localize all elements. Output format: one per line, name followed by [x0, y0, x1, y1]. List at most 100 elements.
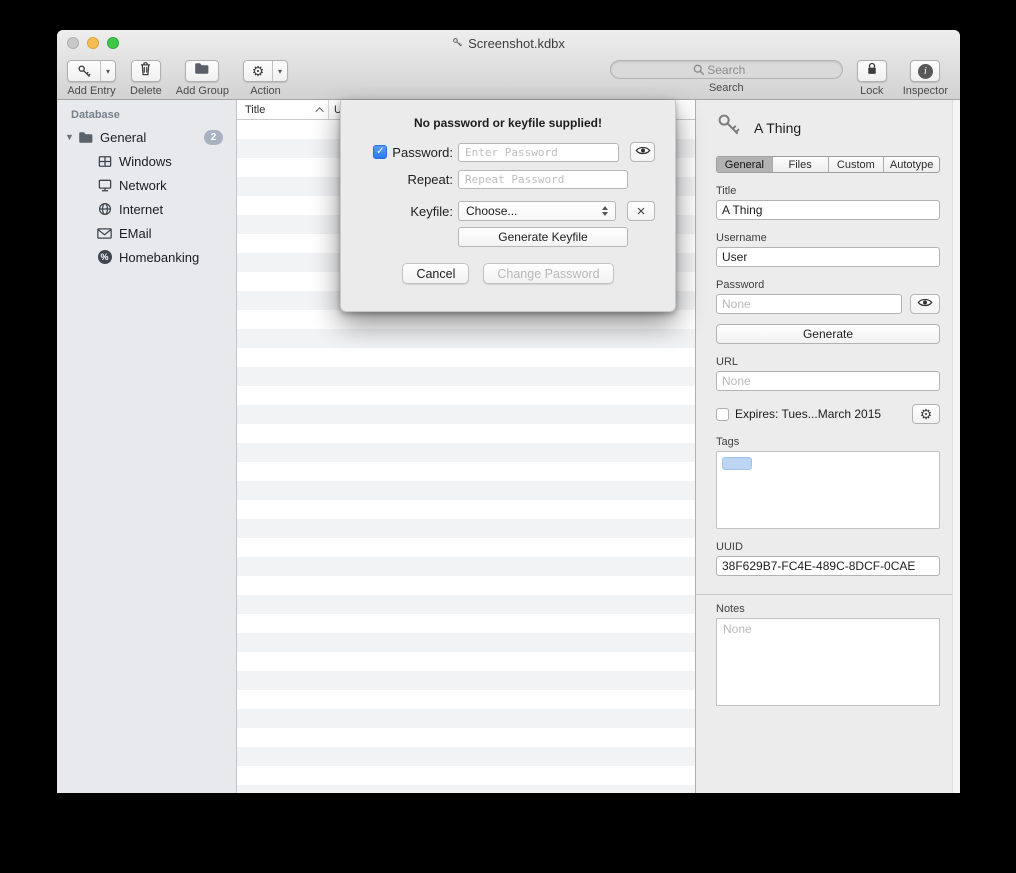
- trash-icon: [139, 61, 152, 81]
- add-group-label: Add Group: [176, 85, 229, 97]
- sidebar-item-label: Internet: [119, 202, 163, 217]
- keyfile-row: Keyfile: Choose... ×: [341, 201, 675, 221]
- repeat-password-input[interactable]: [458, 170, 628, 189]
- add-entry-group: ▾ Add Entry: [67, 60, 116, 97]
- sidebar-item-network[interactable]: Network: [57, 173, 236, 197]
- expires-settings-button[interactable]: ⚙: [912, 404, 940, 424]
- tab-autotype[interactable]: Autotype: [884, 157, 939, 172]
- column-header-title[interactable]: Title: [237, 100, 328, 119]
- inspector-panel: A Thing General Files Custom Autotype Ti…: [695, 100, 960, 793]
- keyfile-select[interactable]: Choose...: [458, 201, 616, 221]
- action-button[interactable]: ⚙ ▾: [243, 60, 288, 82]
- password-input[interactable]: [458, 143, 619, 162]
- disclosure-triangle-icon[interactable]: ▼: [65, 132, 77, 142]
- cancel-button[interactable]: Cancel: [402, 263, 469, 284]
- sidebar-item-label: Network: [119, 178, 167, 193]
- lock-icon: [866, 61, 878, 81]
- select-stepper-icon: [599, 204, 611, 218]
- sidebar-item-label: EMail: [119, 226, 152, 241]
- keyfile-dialog-label: Keyfile:: [361, 204, 453, 219]
- inspector-toolbar-label: Inspector: [903, 85, 948, 97]
- sort-ascending-icon: [315, 107, 323, 115]
- key-icon: [68, 61, 100, 81]
- lock-button[interactable]: [857, 60, 887, 82]
- sidebar-item-general[interactable]: ▼ General 2: [57, 125, 236, 149]
- sidebar: Database ▼ General 2 Windows Network: [57, 100, 237, 793]
- dialog-message: No password or keyfile supplied!: [341, 116, 675, 130]
- tab-general[interactable]: General: [717, 157, 773, 172]
- folder-icon: [194, 62, 210, 80]
- sidebar-header: Database: [71, 109, 236, 121]
- add-entry-dropdown[interactable]: ▾: [100, 61, 115, 81]
- url-field-label: URL: [716, 356, 940, 368]
- url-field[interactable]: [716, 371, 940, 391]
- username-field-label: Username: [716, 232, 940, 244]
- notes-field[interactable]: [716, 618, 940, 706]
- eye-icon: [635, 143, 651, 161]
- close-x-icon: ×: [637, 204, 646, 219]
- titlebar[interactable]: Screenshot.kdbx: [57, 30, 960, 56]
- title-field[interactable]: [716, 200, 940, 220]
- tags-field-label: Tags: [716, 436, 940, 448]
- tab-files[interactable]: Files: [773, 157, 829, 172]
- dialog-buttons: Cancel Change Password: [341, 263, 675, 284]
- password-dialog-label: Password:: [392, 145, 453, 160]
- sidebar-item-internet[interactable]: Internet: [57, 197, 236, 221]
- tab-custom[interactable]: Custom: [829, 157, 885, 172]
- tag-token[interactable]: [722, 457, 752, 470]
- sidebar-item-label: General: [100, 130, 146, 145]
- inspector-button[interactable]: i: [910, 60, 940, 82]
- window-title: Screenshot.kdbx: [468, 36, 565, 51]
- inspector-group: i Inspector: [903, 60, 948, 97]
- gear-icon: ⚙: [920, 407, 933, 421]
- add-group-group: Add Group: [176, 60, 229, 97]
- generate-password-button[interactable]: Generate: [716, 324, 940, 344]
- search-toolbar-label: Search: [709, 82, 744, 94]
- add-entry-label: Add Entry: [67, 85, 115, 97]
- reveal-password-button[interactable]: [910, 294, 940, 314]
- inspector-tabs: General Files Custom Autotype: [716, 156, 940, 173]
- password-field-row: [716, 294, 940, 314]
- password-checkbox[interactable]: ✓: [373, 145, 387, 159]
- action-dropdown[interactable]: ▾: [272, 61, 287, 81]
- add-group-button[interactable]: [185, 60, 219, 82]
- username-field[interactable]: [716, 247, 940, 267]
- delete-label: Delete: [130, 85, 162, 97]
- password-field[interactable]: [716, 294, 902, 314]
- sidebar-item-email[interactable]: EMail: [57, 221, 236, 245]
- lock-group: Lock: [857, 60, 887, 97]
- minimize-button[interactable]: [87, 37, 99, 49]
- search-group: Search: [610, 60, 843, 94]
- action-group: ⚙ ▾ Action: [243, 60, 288, 97]
- tags-box[interactable]: [716, 451, 940, 529]
- eye-icon: [917, 295, 933, 313]
- toolbar: ▾ Add Entry Delete Add Group: [57, 56, 960, 99]
- sidebar-item-label: Windows: [119, 154, 172, 169]
- window-chrome: Screenshot.kdbx ▾ Add Entry: [57, 30, 960, 100]
- app-window: Screenshot.kdbx ▾ Add Entry: [57, 30, 960, 793]
- inspector-header: A Thing: [716, 112, 940, 143]
- uuid-field[interactable]: [716, 556, 940, 576]
- delete-button[interactable]: [131, 60, 161, 82]
- zoom-button[interactable]: [107, 37, 119, 49]
- envelope-icon: [96, 228, 113, 239]
- change-password-button[interactable]: Change Password: [483, 263, 613, 284]
- repeat-dialog-label: Repeat:: [361, 172, 453, 187]
- sidebar-item-homebanking[interactable]: % Homebanking: [57, 245, 236, 269]
- clear-keyfile-button[interactable]: ×: [627, 201, 655, 221]
- search-input[interactable]: [610, 60, 843, 79]
- inspector-scrollbar[interactable]: [952, 100, 960, 793]
- generate-keyfile-button[interactable]: Generate Keyfile: [458, 227, 628, 247]
- expires-row: Expires: Tues...March 2015 ⚙: [716, 404, 940, 424]
- close-button[interactable]: [67, 37, 79, 49]
- show-password-button[interactable]: [630, 142, 655, 162]
- lock-label: Lock: [860, 85, 883, 97]
- repeat-row: Repeat:: [341, 170, 675, 189]
- password-row: ✓ Password:: [341, 142, 675, 162]
- sidebar-item-windows[interactable]: Windows: [57, 149, 236, 173]
- keyfile-select-value: Choose...: [466, 204, 517, 218]
- expires-checkbox[interactable]: [716, 408, 729, 421]
- traffic-lights: [67, 37, 119, 49]
- add-entry-button[interactable]: ▾: [67, 60, 116, 82]
- title-field-label: Title: [716, 185, 940, 197]
